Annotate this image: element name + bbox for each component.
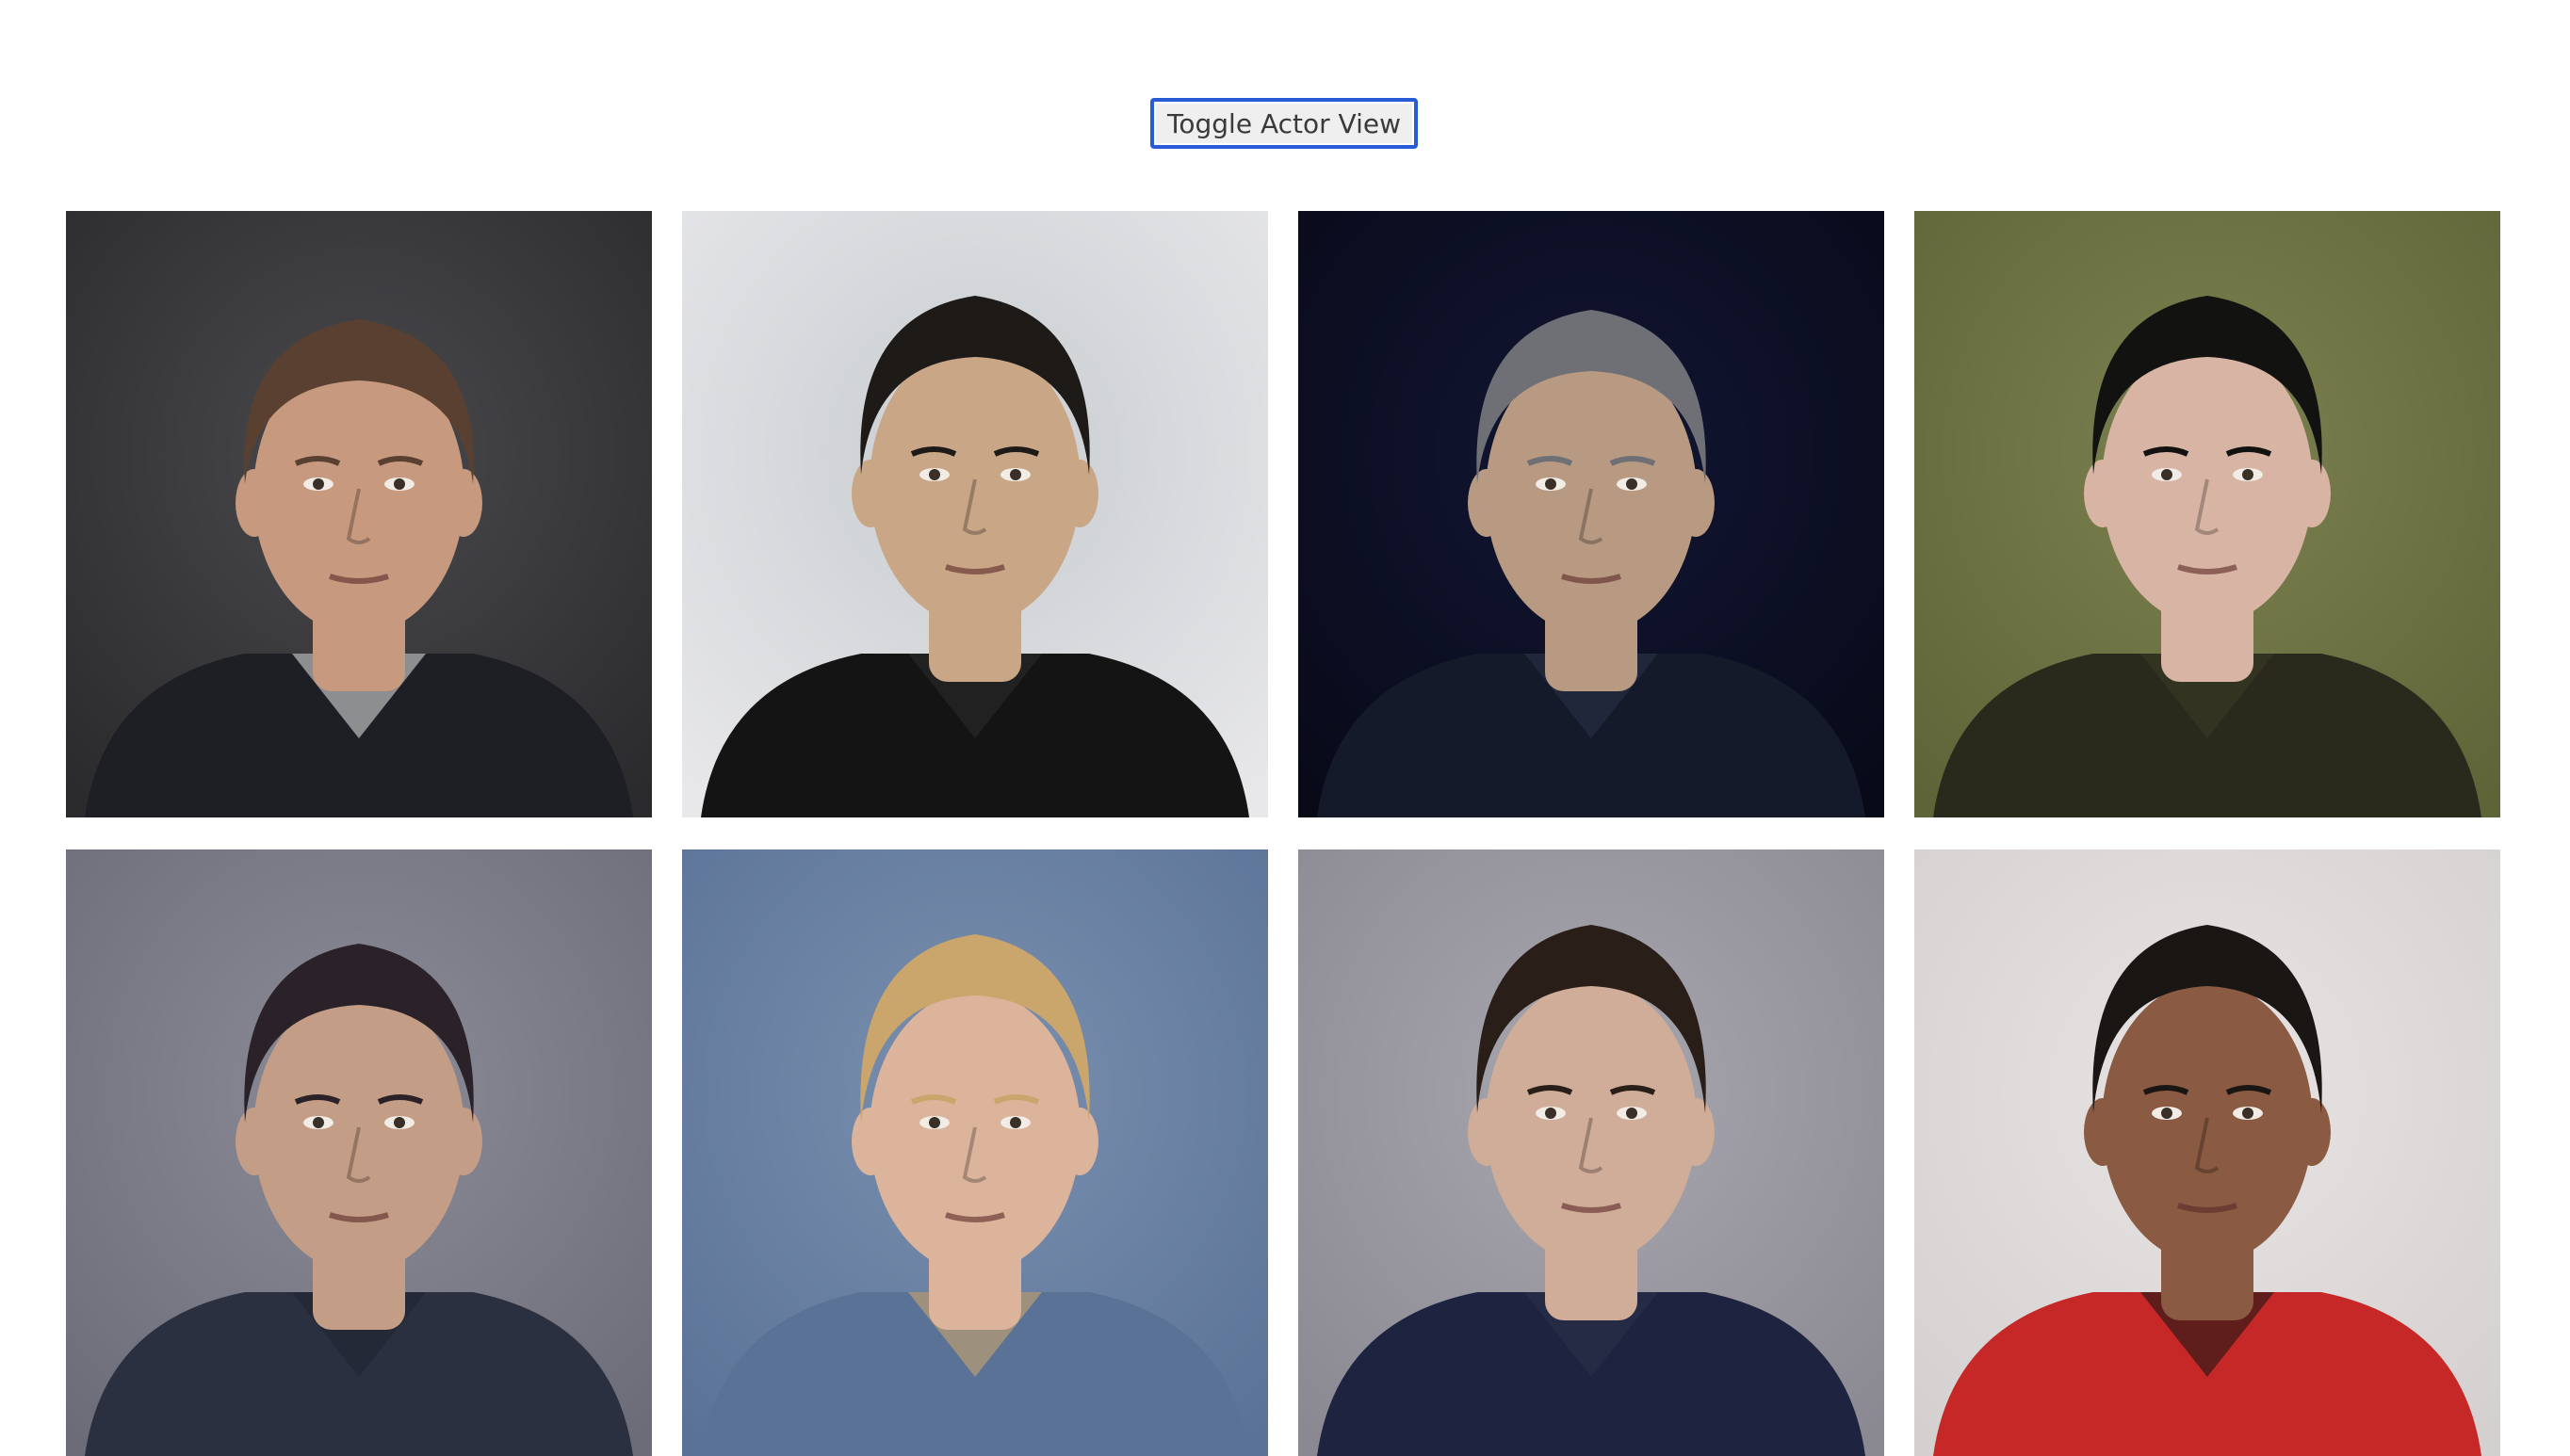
actor-grid — [66, 211, 2500, 1456]
portrait-pupil — [1545, 478, 1556, 490]
portrait-pupil — [1626, 1108, 1637, 1119]
portrait-pupil — [929, 469, 940, 480]
actor-portrait — [66, 849, 652, 1456]
actor-portrait — [1298, 849, 1884, 1456]
portrait-pupil — [2242, 469, 2253, 480]
portrait-pupil — [2161, 1108, 2172, 1119]
actor-card[interactable] — [1914, 211, 2500, 817]
portrait-pupil — [2242, 1108, 2253, 1119]
portrait-pupil — [394, 478, 405, 490]
actor-portrait — [1298, 211, 1884, 817]
actor-portrait — [1914, 211, 2500, 817]
actor-portrait — [682, 849, 1268, 1456]
portrait-pupil — [313, 1117, 324, 1128]
actor-card[interactable] — [1298, 211, 1884, 817]
portrait-pupil — [1010, 1117, 1021, 1128]
actor-card[interactable] — [682, 849, 1268, 1456]
actor-portrait — [66, 211, 652, 817]
portrait-pupil — [2161, 469, 2172, 480]
portrait-pupil — [1545, 1108, 1556, 1119]
portrait-pupil — [1626, 478, 1637, 490]
actor-portrait — [1914, 849, 2500, 1456]
portrait-pupil — [394, 1117, 405, 1128]
toggle-actor-view-button[interactable]: Toggle Actor View — [1150, 98, 1418, 149]
actor-card[interactable] — [682, 211, 1268, 817]
toolbar: Toggle Actor View — [0, 98, 2570, 149]
actor-card[interactable] — [66, 211, 652, 817]
actor-card[interactable] — [1298, 849, 1884, 1456]
actor-card[interactable] — [1914, 849, 2500, 1456]
portrait-pupil — [313, 478, 324, 490]
actor-card[interactable] — [66, 849, 652, 1456]
portrait-pupil — [1010, 469, 1021, 480]
portrait-pupil — [929, 1117, 940, 1128]
actor-portrait — [682, 211, 1268, 817]
